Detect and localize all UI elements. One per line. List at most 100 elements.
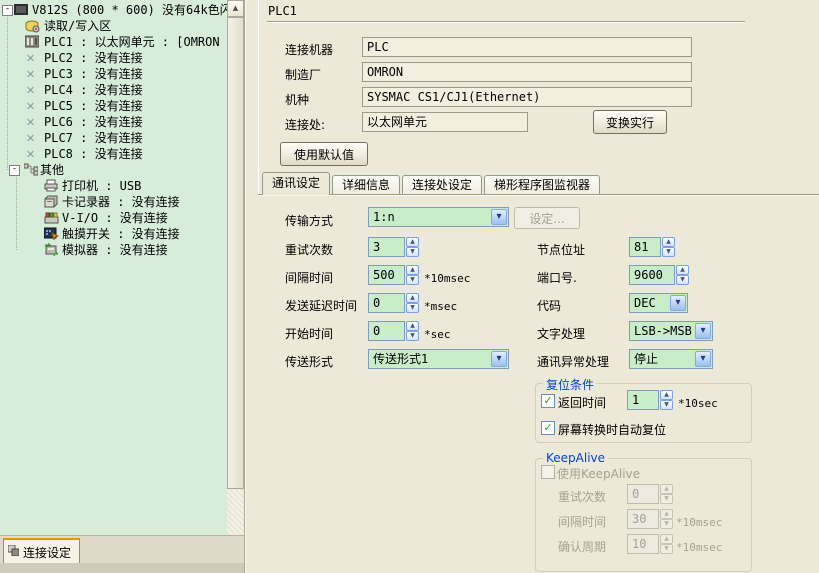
collapse-icon[interactable]: - [9,165,20,176]
x-icon: ✕ [26,51,41,65]
port-number-spinner[interactable]: 9600 ▲▼ [629,265,689,285]
use-keepalive-checkbox[interactable] [541,465,555,479]
chevron-down-icon[interactable]: ▾ [491,209,507,225]
tab-ladder-monitor[interactable]: 梯形程序图监视器 [484,175,600,195]
transfer-mode-config-button[interactable]: 设定... [514,207,580,229]
keepalive-interval-unit: *10msec [676,516,722,529]
dock-bottom-strip [0,563,244,573]
tab-detail-info[interactable]: 详细信息 [332,175,400,195]
interval-time-unit: *10msec [424,272,470,285]
x-icon: ✕ [26,115,41,129]
transfer-form-select[interactable]: 传送形式1 ▾ [368,349,509,369]
app-window: - V812S (800 * 600) 没有64k色闪烁 读取/写入区 PLC1… [0,0,819,573]
spin-up-icon[interactable]: ▲ [406,321,419,331]
spin-down-icon[interactable]: ▼ [406,247,419,257]
interval-time-spinner[interactable]: 500 ▲▼ [368,265,419,285]
collapse-icon[interactable]: - [2,5,13,16]
keepalive-title: KeepAlive [543,451,608,465]
keepalive-retry-spinner[interactable]: 0 ▲▼ [627,484,673,504]
comm-error-handling-select[interactable]: 停止 ▾ [629,349,713,369]
tab-communication-settings[interactable]: 通讯设定 [262,172,330,195]
send-delay-spinner[interactable]: 0 ▲▼ [368,293,419,313]
tab-connection-settings[interactable]: 连接设定 [3,538,80,565]
comm-error-handling-label: 通讯异常处理 [537,353,609,370]
spin-up-icon[interactable]: ▲ [406,265,419,275]
spin-up-icon[interactable]: ▲ [676,265,689,275]
scrollbar-thumb[interactable] [227,17,244,489]
plc-icon [25,35,40,49]
spin-down-icon[interactable]: ▼ [406,275,419,285]
transfer-mode-select[interactable]: 1:n ▾ [368,207,509,227]
auto-reset-checkbox[interactable]: ✓ [541,421,555,435]
spin-up-icon[interactable]: ▲ [406,237,419,247]
spin-down-icon[interactable]: ▼ [406,331,419,341]
code-select[interactable]: DEC ▾ [629,293,688,313]
spin-down-icon[interactable]: ▼ [662,247,675,257]
connect-to-field: 以太网单元 [362,112,528,132]
send-delay-unit: *msec [424,300,457,313]
spin-down-icon[interactable]: ▼ [406,303,419,313]
node-address-spinner[interactable]: 81 ▲▼ [629,237,675,257]
use-keepalive-label: 使用KeepAlive [557,465,640,482]
x-icon: ✕ [26,147,41,161]
touch-switch-icon [44,227,59,241]
send-delay-label: 发送延迟时间 [285,297,357,314]
return-time-unit: *10sec [678,397,718,410]
spin-up-icon: ▲ [660,534,673,544]
spin-up-icon[interactable]: ▲ [662,237,675,247]
title-separator [267,21,745,23]
spin-down-icon: ▼ [660,519,673,529]
start-time-spinner[interactable]: 0 ▲▼ [368,321,419,341]
model-field: SYSMAC CS1/CJ1(Ethernet) [362,87,692,107]
spin-up-icon: ▲ [660,484,673,494]
use-defaults-button[interactable]: 使用默认值 [280,142,368,166]
return-time-spinner[interactable]: 1 ▲▼ [627,390,673,410]
card-recorder-icon [44,195,59,209]
chevron-down-icon[interactable]: ▾ [695,351,711,367]
tab-connection-point-settings[interactable]: 连接处设定 [402,175,482,195]
check-icon: ✓ [543,394,552,407]
connect-device-field: PLC [362,37,692,57]
spin-up-icon[interactable]: ▲ [406,293,419,303]
chevron-down-icon[interactable]: ▾ [670,295,686,311]
port-number-label: 端口号. [537,269,577,286]
connect-to-label: 连接处: [285,116,325,133]
confirm-cycle-spinner[interactable]: 10 ▲▼ [627,534,673,554]
start-time-label: 开始时间 [285,325,333,342]
rw-area-icon [25,19,40,33]
retry-count-spinner[interactable]: 3 ▲▼ [368,237,419,257]
x-icon: ✕ [26,99,41,113]
scroll-up-button[interactable]: ▲ [227,0,244,17]
confirm-cycle-unit: *10msec [676,541,722,554]
transfer-mode-label: 传输方式 [285,212,333,229]
vio-icon [44,211,59,225]
spin-up-icon: ▲ [660,509,673,519]
printer-icon [44,179,59,193]
swap-execute-button[interactable]: 变换实行 [593,110,667,134]
x-icon: ✕ [26,67,41,81]
connect-device-label: 连接机器 [285,41,333,58]
dock-tab-label: 连接设定 [23,544,71,561]
tree-scrollbar[interactable]: ▲ ▼ [227,0,244,570]
auto-reset-label: 屏幕转换时自动复位 [558,421,666,438]
monitor-icon [14,3,29,17]
check-icon: ✓ [543,421,552,434]
chevron-down-icon[interactable]: ▾ [491,351,507,367]
spin-up-icon[interactable]: ▲ [660,390,673,400]
return-time-label: 返回时间 [558,394,606,411]
manufacturer-field: OMRON [362,62,692,82]
spin-down-icon[interactable]: ▼ [660,400,673,410]
spin-down-icon[interactable]: ▼ [676,275,689,285]
simulator-icon [44,243,59,257]
tab-content-highlight [258,195,819,196]
keepalive-interval-spinner[interactable]: 30 ▲▼ [627,509,673,529]
transfer-form-label: 传送形式 [285,353,333,370]
scroll-up-icon: ▲ [233,4,238,12]
chevron-down-icon[interactable]: ▾ [695,323,711,339]
tree-connector [7,12,8,170]
x-icon: ✕ [26,131,41,145]
return-time-checkbox[interactable]: ✓ [541,394,555,408]
dock-tab-bar: 连接设定 [0,535,244,573]
text-processing-select[interactable]: LSB->MSB ▾ [629,321,713,341]
code-label: 代码 [537,297,561,314]
